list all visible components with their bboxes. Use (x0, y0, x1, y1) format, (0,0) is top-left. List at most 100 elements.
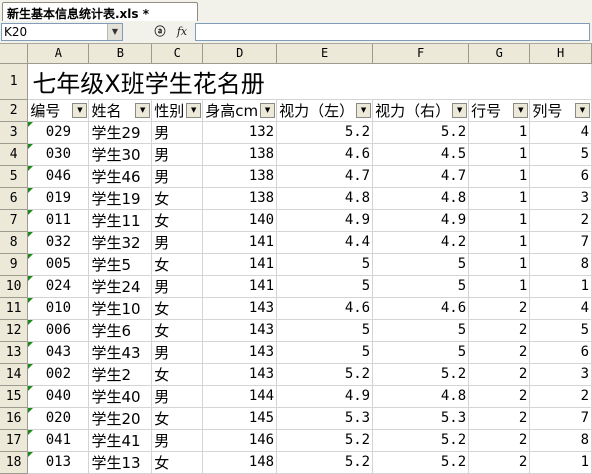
cell-height[interactable]: 143 (202, 341, 278, 364)
cell-id[interactable]: 040 (27, 385, 90, 408)
cell-left[interactable]: 5 (276, 275, 374, 298)
column-header-g[interactable]: G (468, 44, 531, 64)
cell-name[interactable]: 学生40 (88, 385, 153, 408)
cell-sex[interactable]: 女 (151, 363, 204, 386)
autofilter-dropdown-icon[interactable]: ▼ (260, 102, 276, 118)
cell-id[interactable]: 029 (27, 121, 90, 144)
field-header-cell[interactable]: 列号 ▼ (529, 99, 592, 122)
cell-id[interactable]: 030 (27, 143, 90, 166)
cell-sex[interactable]: 男 (151, 385, 204, 408)
cell-name[interactable]: 学生6 (88, 319, 153, 342)
cell-id[interactable]: 011 (27, 209, 90, 232)
cell-right[interactable]: 4.8 (372, 385, 470, 408)
row-header[interactable]: 16 (0, 407, 29, 430)
autofilter-dropdown-icon[interactable]: ▼ (452, 102, 468, 118)
column-header-f[interactable]: F (372, 44, 470, 64)
cell-sex[interactable]: 女 (151, 407, 204, 430)
cell-row[interactable]: 1 (468, 209, 531, 232)
cell-right[interactable]: 5 (372, 253, 470, 276)
cell-sex[interactable]: 男 (151, 231, 204, 254)
cell-col[interactable]: 1 (529, 451, 592, 474)
cell-sex[interactable]: 男 (151, 429, 204, 452)
cell-height[interactable]: 146 (202, 429, 278, 452)
row-header[interactable]: 1 (0, 63, 29, 100)
cell-left[interactable]: 4.9 (276, 385, 374, 408)
cell-sex[interactable]: 女 (151, 319, 204, 342)
cell-row[interactable]: 1 (468, 253, 531, 276)
cell-name[interactable]: 学生13 (88, 451, 153, 474)
cell-id[interactable]: 010 (27, 297, 90, 320)
cell-name[interactable]: 学生30 (88, 143, 153, 166)
field-header-cell[interactable]: 身高cm ▼ (202, 99, 278, 122)
cell-name[interactable]: 学生19 (88, 187, 153, 210)
cell-left[interactable]: 5 (276, 319, 374, 342)
row-header[interactable]: 15 (0, 385, 29, 408)
autofilter-dropdown-icon[interactable]: ▼ (356, 102, 372, 118)
cell-col[interactable]: 8 (529, 253, 592, 276)
cell-left[interactable]: 5.2 (276, 363, 374, 386)
field-header-cell[interactable]: 行号 ▼ (468, 99, 531, 122)
row-header[interactable]: 11 (0, 297, 29, 320)
cell-name[interactable]: 学生20 (88, 407, 153, 430)
column-header-c[interactable]: C (151, 44, 204, 64)
row-header[interactable]: 12 (0, 319, 29, 342)
cell-col[interactable]: 4 (529, 121, 592, 144)
name-box-dropdown-icon[interactable]: ▼ (107, 24, 122, 40)
cell-left[interactable]: 4.6 (276, 143, 374, 166)
row-header[interactable]: 13 (0, 341, 29, 364)
autofilter-dropdown-icon[interactable]: ▼ (186, 102, 202, 118)
cell-id[interactable]: 005 (27, 253, 90, 276)
cell-right[interactable]: 4.6 (372, 297, 470, 320)
row-header[interactable]: 14 (0, 363, 29, 386)
cell-name[interactable]: 学生43 (88, 341, 153, 364)
cell-id[interactable]: 024 (27, 275, 90, 298)
column-header-h[interactable]: H (529, 44, 592, 64)
sheet-title[interactable]: 七年级X班学生花名册 (27, 63, 592, 100)
cell-left[interactable]: 4.4 (276, 231, 374, 254)
cell-sex[interactable]: 女 (151, 297, 204, 320)
row-header[interactable]: 5 (0, 165, 29, 188)
cell-id[interactable]: 020 (27, 407, 90, 430)
cell-col[interactable]: 4 (529, 297, 592, 320)
cell-height[interactable]: 140 (202, 209, 278, 232)
cell-col[interactable]: 2 (529, 385, 592, 408)
cell-row[interactable]: 2 (468, 451, 531, 474)
cell-name[interactable]: 学生29 (88, 121, 153, 144)
cell-left[interactable]: 5.2 (276, 451, 374, 474)
cell-row[interactable]: 2 (468, 319, 531, 342)
cell-row[interactable]: 1 (468, 121, 531, 144)
cell-height[interactable]: 138 (202, 165, 278, 188)
formula-input[interactable] (195, 23, 590, 41)
cell-height[interactable]: 143 (202, 363, 278, 386)
row-header[interactable]: 6 (0, 187, 29, 210)
cell-height[interactable]: 143 (202, 319, 278, 342)
row-header[interactable]: 9 (0, 253, 29, 276)
cell-name[interactable]: 学生11 (88, 209, 153, 232)
cell-left[interactable]: 4.9 (276, 209, 374, 232)
formula-options-icon[interactable]: ⓐ (150, 24, 170, 40)
cell-left[interactable]: 5.2 (276, 121, 374, 144)
row-header[interactable]: 8 (0, 231, 29, 254)
cell-sex[interactable]: 女 (151, 451, 204, 474)
cell-right[interactable]: 5 (372, 275, 470, 298)
cell-height[interactable]: 141 (202, 231, 278, 254)
column-header-e[interactable]: E (276, 44, 374, 64)
cell-name[interactable]: 学生2 (88, 363, 153, 386)
cell-sex[interactable]: 女 (151, 187, 204, 210)
cell-height[interactable]: 138 (202, 187, 278, 210)
cell-row[interactable]: 1 (468, 165, 531, 188)
cell-right[interactable]: 5.2 (372, 121, 470, 144)
cell-right[interactable]: 4.2 (372, 231, 470, 254)
cell-id[interactable]: 002 (27, 363, 90, 386)
cell-row[interactable]: 2 (468, 407, 531, 430)
cell-height[interactable]: 141 (202, 275, 278, 298)
cell-sex[interactable]: 男 (151, 341, 204, 364)
cell-sex[interactable]: 女 (151, 209, 204, 232)
cell-height[interactable]: 145 (202, 407, 278, 430)
cell-name[interactable]: 学生32 (88, 231, 153, 254)
field-header-cell[interactable]: 性别 ▼ (151, 99, 204, 122)
cell-id[interactable]: 019 (27, 187, 90, 210)
workbook-tab[interactable]: 新生基本信息统计表.xls * (2, 2, 198, 21)
cell-height[interactable]: 141 (202, 253, 278, 276)
cell-id[interactable]: 032 (27, 231, 90, 254)
